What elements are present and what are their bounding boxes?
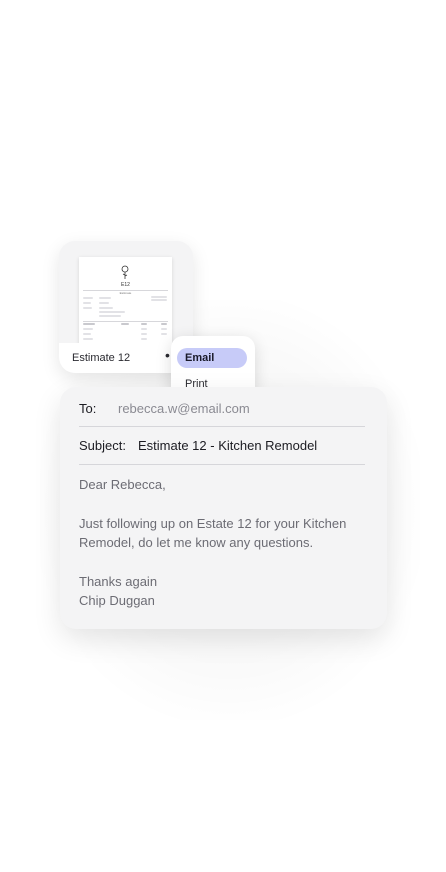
divider — [79, 426, 365, 427]
thumbnail-text-line — [151, 296, 167, 298]
thumbnail-text-line — [99, 302, 109, 304]
thumbnail-text-line — [141, 333, 147, 335]
thumbnail-text-line — [83, 338, 93, 340]
thumbnail-rule — [83, 321, 168, 322]
email-message[interactable]: Just following up on Estate 12 for your … — [79, 514, 369, 552]
divider — [79, 464, 365, 465]
thumbnail-text-line — [161, 328, 167, 330]
thumbnail-text-line — [99, 315, 121, 317]
thumbnail-text-line — [83, 323, 95, 325]
thumbnail-text-line — [141, 328, 147, 330]
menu-item-email[interactable]: Email — [177, 348, 247, 368]
thumbnail-text-line — [151, 299, 167, 301]
thumbnail-text-line — [99, 307, 113, 309]
email-signoff[interactable]: Thanks again Chip Duggan — [79, 572, 369, 610]
thumbnail-text-line — [161, 333, 167, 335]
thumbnail-text-line — [141, 323, 147, 325]
email-greeting[interactable]: Dear Rebecca, — [79, 475, 369, 494]
document-name: Estimate 12 — [72, 352, 131, 364]
subject-label: Subject: — [79, 438, 126, 453]
thumbnail-text-line — [141, 338, 147, 340]
to-field[interactable]: rebecca.w@email.com — [118, 401, 250, 416]
thumbnail-text-line — [83, 333, 91, 335]
document-thumbnail[interactable]: E12 Estimate — [79, 257, 172, 347]
thumbnail-subheading: Estimate — [119, 291, 132, 295]
thumbnail-text-line — [121, 323, 129, 325]
more-options-icon[interactable]: • — [165, 348, 170, 362]
thumbnail-text-line — [99, 311, 125, 313]
email-composer: To: rebecca.w@email.com Subject: Estimat… — [60, 387, 387, 629]
to-label: To: — [79, 401, 97, 416]
thumbnail-text-line — [99, 297, 111, 299]
thumbnail-text-line — [83, 302, 91, 304]
thumbnail-text-line — [83, 297, 93, 299]
subject-field[interactable]: Estimate 12 - Kitchen Remodel — [138, 438, 317, 453]
thumbnail-text-line — [83, 328, 93, 330]
thumbnail-text-line — [161, 323, 167, 325]
thumbnail-text-line — [83, 307, 92, 309]
thumbnail-heading: E12 — [121, 282, 130, 288]
rose-logo-icon — [121, 265, 129, 279]
